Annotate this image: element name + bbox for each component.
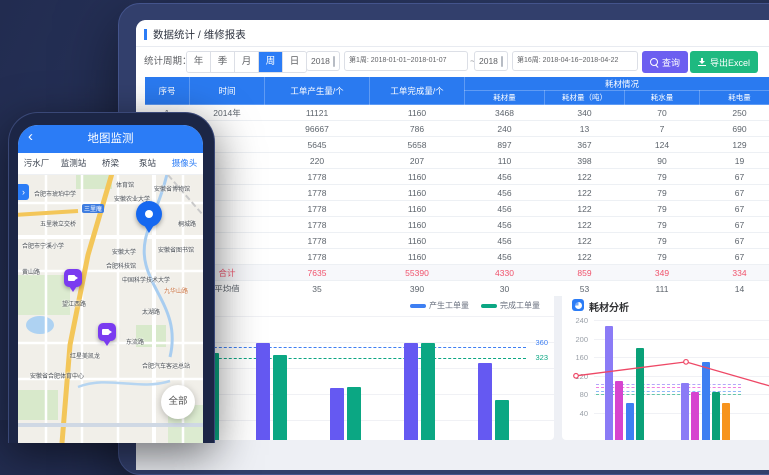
- consumables-chart-card: 耗材分析 2402001601208040: [562, 292, 769, 440]
- map-label: 红星美凯龙: [70, 351, 100, 360]
- show-all-button[interactable]: 全部: [161, 385, 195, 419]
- dashboard-screen: 数据统计 / 维修报表 统计周期： 年季月周日 2018 第1周: 2018-0…: [136, 20, 769, 470]
- col-header: 时间: [190, 77, 265, 105]
- search-icon: [650, 58, 658, 66]
- map-label: 中国科学技术大学: [122, 275, 170, 284]
- map-label: 体育馆: [116, 180, 134, 189]
- year-end-input[interactable]: 2018: [474, 51, 508, 71]
- phone-screen: ‹ 地图监测 污水厂监测站桥梁泵站摄像头: [18, 125, 203, 443]
- map-label: 安徽省博物馆: [154, 184, 190, 193]
- table-row: 6177811604561227967: [145, 185, 769, 201]
- sub-col-header: 耗材量: [465, 91, 545, 105]
- period-option-日[interactable]: 日: [283, 52, 306, 72]
- map-label: 安徽省合肥体育中心: [30, 371, 84, 380]
- calendar-icon: [501, 56, 503, 67]
- map-label: 安徽大学: [112, 247, 136, 256]
- report-panel: 数据统计 / 维修报表 统计周期： 年季月周日 2018 第1周: 2018-0…: [136, 20, 769, 282]
- week-range-end-input[interactable]: 第16周: 2018-04-16~2018-04-22: [512, 51, 638, 71]
- table-row: 9177811604561227967: [145, 233, 769, 249]
- tab-污水厂[interactable]: 污水厂: [18, 153, 55, 174]
- consumables-chart-plot: 2402001601208040: [562, 292, 769, 440]
- table-row: 5177811604561227967: [145, 169, 769, 185]
- location-pin[interactable]: [136, 201, 162, 227]
- report-table: 序号时间工单产生量/个工单完成量/个耗材情况耗材量耗材量（吨）耗水量耗电量 12…: [144, 76, 769, 297]
- col-header: 工单产生量/个: [265, 77, 370, 105]
- camera-marker[interactable]: [64, 269, 82, 287]
- tab-桥梁[interactable]: 桥梁: [92, 153, 129, 174]
- period-option-月[interactable]: 月: [235, 52, 259, 72]
- phone-tabs: 污水厂监测站桥梁泵站摄像头: [18, 153, 203, 175]
- map-label: 桐城路: [178, 219, 196, 228]
- period-option-年[interactable]: 年: [187, 52, 211, 72]
- divider: [136, 46, 769, 47]
- map-label: 太湖路: [142, 307, 160, 316]
- map-expander[interactable]: ›: [18, 184, 29, 200]
- report-table-body: 12014年1112111603468340702502966677862401…: [145, 105, 769, 297]
- period-option-周[interactable]: 周: [259, 52, 283, 72]
- map-label: 东流路: [126, 337, 144, 346]
- group-header: 耗材情况: [465, 77, 769, 91]
- search-button[interactable]: 查询: [642, 51, 688, 73]
- map-label: 九华山路: [164, 286, 188, 295]
- map-label: 合肥科技馆: [106, 261, 136, 270]
- year-start-input[interactable]: 2018: [306, 51, 340, 71]
- breadcrumb-text: 数据统计 / 维修报表: [153, 27, 246, 42]
- map-label: 合肥市琥珀中学: [34, 189, 76, 198]
- total-row: 合计7635553904330859349334: [145, 265, 769, 281]
- sub-col-header: 耗电量: [700, 91, 769, 105]
- map-label: 合肥市宁溪小学: [22, 241, 64, 250]
- map-label: 黄山路: [22, 267, 40, 276]
- page-title: 地图监测: [18, 125, 203, 153]
- period-option-季[interactable]: 季: [211, 52, 235, 72]
- report-table-head: 序号时间工单产生量/个工单完成量/个耗材情况耗材量耗材量（吨）耗水量耗电量: [145, 77, 769, 105]
- map-label: 安徽省图书馆: [158, 245, 194, 254]
- breadcrumb-accent: [144, 29, 147, 40]
- period-label: 统计周期：: [144, 51, 192, 73]
- download-icon: [698, 58, 706, 66]
- tab-监测站[interactable]: 监测站: [55, 153, 92, 174]
- table-row: 296667786240137690: [145, 121, 769, 137]
- map-label: 合肥汽车客运总站: [142, 361, 190, 370]
- phone-mockup: ‹ 地图监测 污水厂监测站桥梁泵站摄像头: [8, 112, 215, 443]
- map-label: 五里墩立交桥: [40, 219, 76, 228]
- tab-摄像头[interactable]: 摄像头: [166, 153, 203, 174]
- export-excel-button[interactable]: 导出Excel: [690, 51, 758, 73]
- col-header: 工单完成量/个: [370, 77, 465, 105]
- sub-col-header: 耗水量: [625, 91, 700, 105]
- sub-col-header: 耗材量（吨）: [545, 91, 625, 105]
- table-row: 42202071103989019: [145, 153, 769, 169]
- table-row: 10177811604561227967: [145, 249, 769, 265]
- camera-marker[interactable]: [98, 323, 116, 341]
- table-row: 7177811604561227967: [145, 201, 769, 217]
- week-range-start-input[interactable]: 第1周: 2018-01-01~2018-01-07: [344, 51, 468, 71]
- breadcrumb: 数据统计 / 维修报表: [144, 27, 246, 42]
- filter-bar: 统计周期： 年季月周日 2018 第1周: 2018-01-01~2018-01…: [136, 50, 769, 74]
- phone-header: ‹ 地图监测: [18, 125, 203, 153]
- table-row: 356455658897367124129: [145, 137, 769, 153]
- map-label: 望江西路: [62, 299, 86, 308]
- tab-泵站[interactable]: 泵站: [129, 153, 166, 174]
- map-canvas[interactable]: › 全部 合肥市琥珀中学体育馆安徽农业大学安徽省博物馆桐城路五里墩立交桥三里庵合…: [18, 175, 203, 443]
- table-row: 12014年111211160346834070250: [145, 105, 769, 121]
- period-segment: 年季月周日: [186, 51, 307, 73]
- map-label: 三里庵: [82, 204, 104, 213]
- col-header: 序号: [145, 77, 190, 105]
- calendar-icon: [333, 56, 335, 67]
- table-row: 8177811604561227967: [145, 217, 769, 233]
